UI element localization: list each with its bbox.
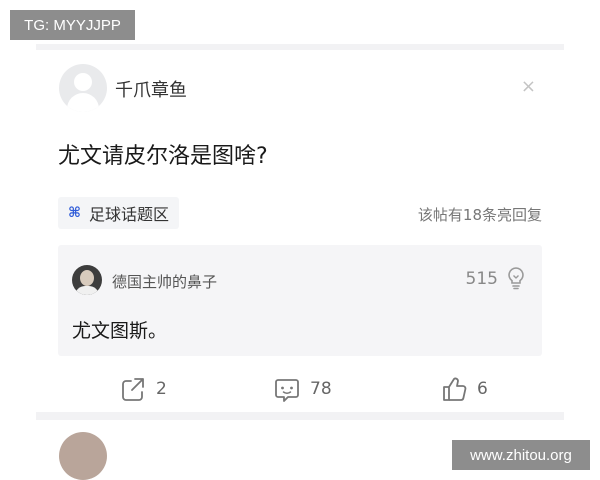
share-icon — [122, 378, 144, 401]
reply-like-count: 515 — [465, 269, 498, 289]
reply-text: 尤文图斯。 — [72, 320, 168, 342]
comment-icon — [275, 379, 299, 402]
comment-button[interactable]: 78 — [272, 374, 332, 404]
thumbs-up-icon — [443, 377, 467, 401]
reply-author-name[interactable]: 德国主帅的鼻子 — [112, 271, 217, 292]
topic-hash-icon: ⌘ — [68, 205, 81, 221]
share-count: 2 — [156, 379, 167, 399]
post-question-title[interactable]: 尤文请皮尔洛是图啥? — [58, 138, 268, 170]
reply-user-avatar[interactable] — [72, 265, 102, 295]
post-card[interactable]: 千爪章鱼 × 尤文请皮尔洛是图啥? ⌘ 足球话题区 该帖有18条亮回复 德国主帅… — [36, 50, 564, 412]
watermark-bottom-right: www.zhitou.org — [452, 440, 590, 470]
post-action-bar: 2 78 6 — [36, 368, 564, 412]
topic-chip[interactable]: ⌘ 足球话题区 — [58, 197, 180, 229]
default-user-avatar-icon[interactable] — [59, 64, 107, 112]
top-reply-box[interactable]: 德国主帅的鼻子 515 尤文图斯。 — [58, 245, 542, 356]
topic-label: 足球话题区 — [89, 205, 170, 224]
like-button[interactable]: 6 — [439, 374, 488, 404]
close-icon[interactable]: × — [521, 78, 536, 96]
share-button[interactable]: 2 — [118, 374, 167, 404]
watermark-top-left: TG: MYYJJPP — [10, 10, 135, 40]
next-post-avatar[interactable] — [59, 432, 107, 480]
like-count: 6 — [477, 379, 488, 399]
reply-count-text: 该帖有18条亮回复 — [417, 206, 542, 224]
card-separator — [36, 412, 564, 420]
lightbulb-icon[interactable] — [504, 265, 528, 291]
post-author-name[interactable]: 千爪章鱼 — [115, 76, 187, 102]
comment-count: 78 — [310, 379, 332, 399]
